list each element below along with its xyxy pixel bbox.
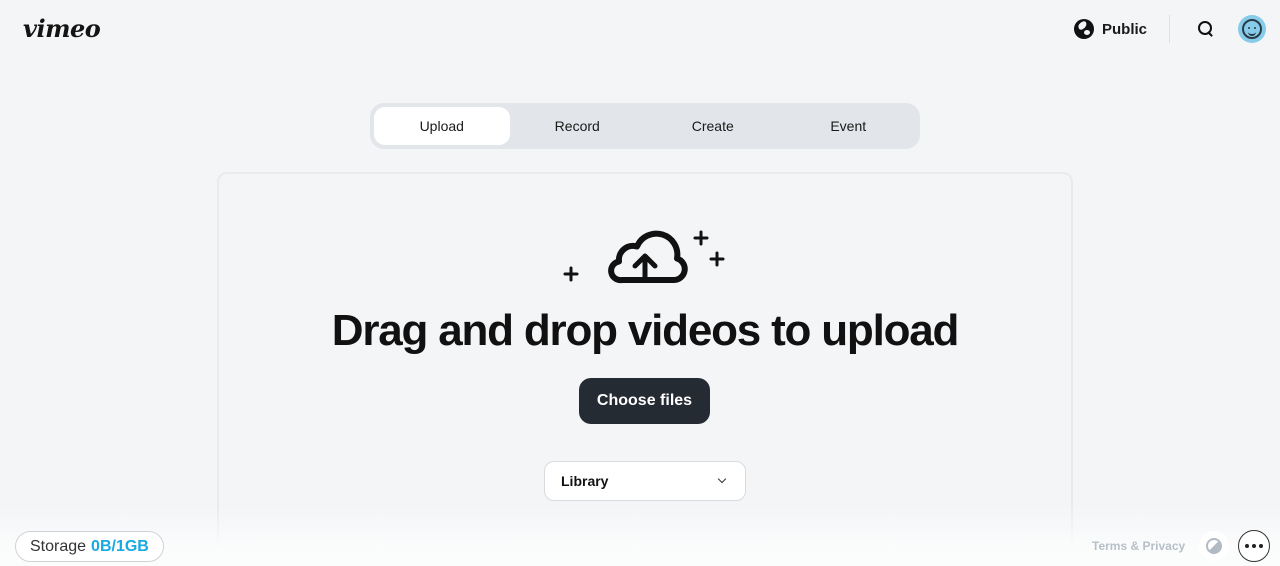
smiley-avatar-icon <box>1242 19 1262 39</box>
upload-mode-tabs: Upload Record Create Event <box>370 103 920 149</box>
storage-value: 0B/1GB <box>91 537 149 555</box>
destination-select[interactable]: Library <box>544 461 746 501</box>
tab-create[interactable]: Create <box>645 107 781 145</box>
cloud-upload-icon <box>563 230 725 284</box>
theme-toggle-button[interactable] <box>1199 531 1229 561</box>
header-divider <box>1169 15 1170 43</box>
upload-headline: Drag and drop videos to upload <box>331 306 960 355</box>
privacy-button[interactable]: Public <box>1073 19 1147 39</box>
storage-label: Storage <box>30 537 87 555</box>
more-options-button[interactable] <box>1238 530 1270 562</box>
more-options-icon <box>1245 544 1263 548</box>
terms-privacy-link[interactable]: Terms & Privacy <box>1092 539 1185 553</box>
search-icon[interactable] <box>1196 19 1216 39</box>
tab-event[interactable]: Event <box>781 107 917 145</box>
privacy-label: Public <box>1101 20 1147 38</box>
avatar[interactable] <box>1238 15 1266 43</box>
tab-record[interactable]: Record <box>510 107 646 145</box>
header-actions: Public <box>1073 12 1266 46</box>
bottom-fade <box>0 506 1280 566</box>
vimeo-logo[interactable]: vimeo <box>23 14 101 43</box>
destination-select-value: Library <box>561 473 609 489</box>
storage-badge[interactable]: Storage 0B/1GB <box>15 531 164 562</box>
chevron-down-icon <box>717 474 727 484</box>
tab-upload[interactable]: Upload <box>374 107 510 145</box>
theme-toggle-icon <box>1206 538 1222 554</box>
globe-icon <box>1073 19 1094 39</box>
choose-files-button[interactable]: Choose files <box>579 378 710 424</box>
